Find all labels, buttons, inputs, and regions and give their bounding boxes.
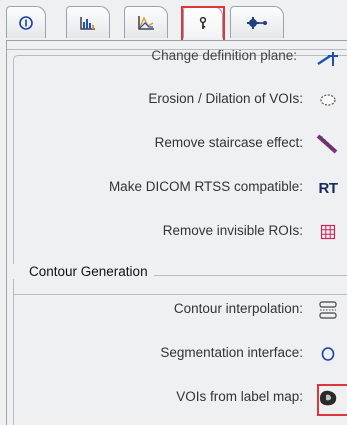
tab-strip xyxy=(0,0,347,44)
dicom-rtss-button[interactable]: RT xyxy=(315,176,341,200)
label-map-icon xyxy=(320,390,337,406)
dicom-rtss-label: Make DICOM RTSS compatible: xyxy=(108,179,303,194)
remove-staircase-button[interactable] xyxy=(315,132,341,156)
row-remove-invisible-rois: Remove invisible ROIs: xyxy=(33,218,347,246)
remove-invisible-rois-label: Remove invisible ROIs: xyxy=(162,223,303,238)
circle-icon xyxy=(321,347,335,361)
line-chart-icon xyxy=(138,15,154,30)
tab-info[interactable] xyxy=(6,6,46,38)
tab-settings[interactable] xyxy=(230,6,284,38)
vois-from-label-map-label: VOIs from label map: xyxy=(176,389,303,404)
row-erosion-dilation: Erosion / Dilation of VOIs: xyxy=(33,86,347,114)
contour-generation-title: Contour Generation xyxy=(7,264,154,279)
row-change-definition-plane: Change definition plane: xyxy=(33,48,347,82)
remove-invisible-rois-button[interactable] xyxy=(315,220,341,244)
vertical-tool-icon xyxy=(199,16,207,29)
row-remove-staircase: Remove staircase effect: xyxy=(33,130,347,158)
segmentation-interface-label: Segmentation interface: xyxy=(160,345,303,360)
interpolation-icon xyxy=(319,301,337,319)
grid-icon xyxy=(320,224,336,240)
rt-icon: RT xyxy=(318,179,339,197)
tab-tools[interactable] xyxy=(183,6,223,38)
contour-generation-group: Contour interpolation: Segmentation inte… xyxy=(13,275,347,425)
erosion-dilation-button[interactable] xyxy=(315,88,341,112)
staircase-icon xyxy=(316,134,338,154)
row-contour-interpolation: Contour interpolation: xyxy=(33,296,347,324)
change-definition-plane-button[interactable] xyxy=(315,48,341,72)
gear-arrow-icon xyxy=(247,16,267,29)
row-segmentation-interface: Segmentation interface: xyxy=(33,340,347,368)
bar-chart-icon xyxy=(80,16,95,30)
change-definition-plane-label: Change definition plane: xyxy=(151,48,297,63)
vois-from-label-map-button[interactable] xyxy=(315,386,341,410)
dashed-circle-icon xyxy=(320,94,336,106)
contour-interpolation-label: Contour interpolation: xyxy=(173,301,303,316)
info-icon xyxy=(19,15,33,30)
row-vois-from-label-map: VOIs from label map: xyxy=(33,384,347,416)
erosion-dilation-label: Erosion / Dilation of VOIs: xyxy=(148,91,303,106)
voi-tools-group: Change definition plane: Erosion / Dilat… xyxy=(13,48,347,295)
remove-staircase-label: Remove staircase effect: xyxy=(154,135,303,150)
tab-bar-chart[interactable] xyxy=(66,6,110,38)
tab-line-chart[interactable] xyxy=(124,6,168,38)
segmentation-interface-button[interactable] xyxy=(315,342,341,366)
contour-interpolation-button[interactable] xyxy=(315,298,341,322)
arrow-plane-icon xyxy=(317,52,338,66)
tools-panel: Change definition plane: Erosion / Dilat… xyxy=(6,40,347,425)
row-dicom-rtss: Make DICOM RTSS compatible: RT xyxy=(33,174,347,202)
